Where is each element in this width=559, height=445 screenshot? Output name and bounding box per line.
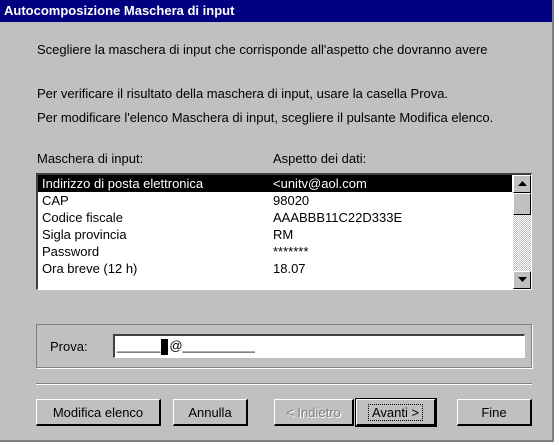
window-title: Autocomposizione Maschera di input: [0, 0, 552, 22]
list-item[interactable]: Indirizzo di posta elettronica <unitv@ao…: [38, 175, 512, 192]
finish-button[interactable]: Fine: [457, 399, 532, 426]
cancel-button[interactable]: Annulla: [173, 399, 248, 426]
list-item[interactable]: Sigla provincia RM: [38, 226, 512, 243]
button-separator: [36, 383, 532, 385]
scroll-thumb[interactable]: [513, 193, 531, 215]
data-appearance-column-header: Aspetto dei dati:: [273, 151, 367, 166]
list-item-sample: <unitv@aol.com: [273, 176, 367, 191]
list-item-sample: *******: [273, 244, 309, 259]
instruction-line-2: Per verificare il risultato della masche…: [37, 86, 449, 101]
next-button-label: Avanti >: [367, 403, 424, 421]
down-arrow-icon: [517, 277, 527, 282]
prova-value-before: ______: [117, 338, 161, 353]
text-caret: [161, 338, 169, 355]
list-item-mask: Ora breve (12 h): [42, 261, 138, 276]
list-item[interactable]: CAP 98020: [38, 192, 512, 209]
list-item-sample: RM: [273, 227, 294, 242]
prova-label: Prova:: [50, 339, 88, 354]
cancel-button-label: Annulla: [188, 404, 232, 420]
back-button-label: < Indietro: [286, 404, 341, 420]
input-mask-list[interactable]: Indirizzo di posta elettronica <unitv@ao…: [36, 173, 532, 290]
input-mask-column-header: Maschera di input:: [37, 151, 144, 166]
prova-input[interactable]: ______ @__________: [113, 334, 525, 358]
list-item[interactable]: Ora breve (12 h) 18.07: [38, 260, 512, 277]
list-item-sample: 98020: [273, 193, 310, 208]
back-button[interactable]: < Indietro: [274, 399, 354, 426]
list-item-sample: 18.07: [273, 261, 306, 276]
scroll-down-button[interactable]: [513, 271, 531, 289]
list-scrollbar[interactable]: [513, 175, 531, 289]
list-item-mask: Codice fiscale: [42, 210, 123, 225]
list-item[interactable]: Codice fiscale AAABBB11C22D333E: [38, 209, 512, 226]
modify-list-button[interactable]: Modifica elenco: [36, 399, 161, 426]
scroll-up-button[interactable]: [513, 175, 531, 193]
modify-list-button-label: Modifica elenco: [52, 404, 144, 420]
next-button[interactable]: Avanti >: [355, 398, 437, 427]
instruction-line-1: Scegliere la maschera di input che corri…: [37, 42, 488, 57]
finish-button-label: Fine: [481, 404, 507, 420]
instruction-line-3: Per modificare l'elenco Maschera di inpu…: [37, 110, 494, 125]
list-item[interactable]: Password *******: [38, 243, 512, 260]
prova-value-after: @__________: [169, 338, 255, 353]
list-item-sample: AAABBB11C22D333E: [273, 210, 403, 225]
list-item-mask: Password: [42, 244, 100, 259]
input-mask-wizard-dialog: Autocomposizione Maschera di input Scegl…: [0, 0, 554, 442]
list-item-mask: Indirizzo di posta elettronica: [42, 176, 204, 191]
list-item-mask: Sigla provincia: [42, 227, 127, 242]
list-item-mask: CAP: [42, 193, 69, 208]
up-arrow-icon: [517, 181, 527, 186]
